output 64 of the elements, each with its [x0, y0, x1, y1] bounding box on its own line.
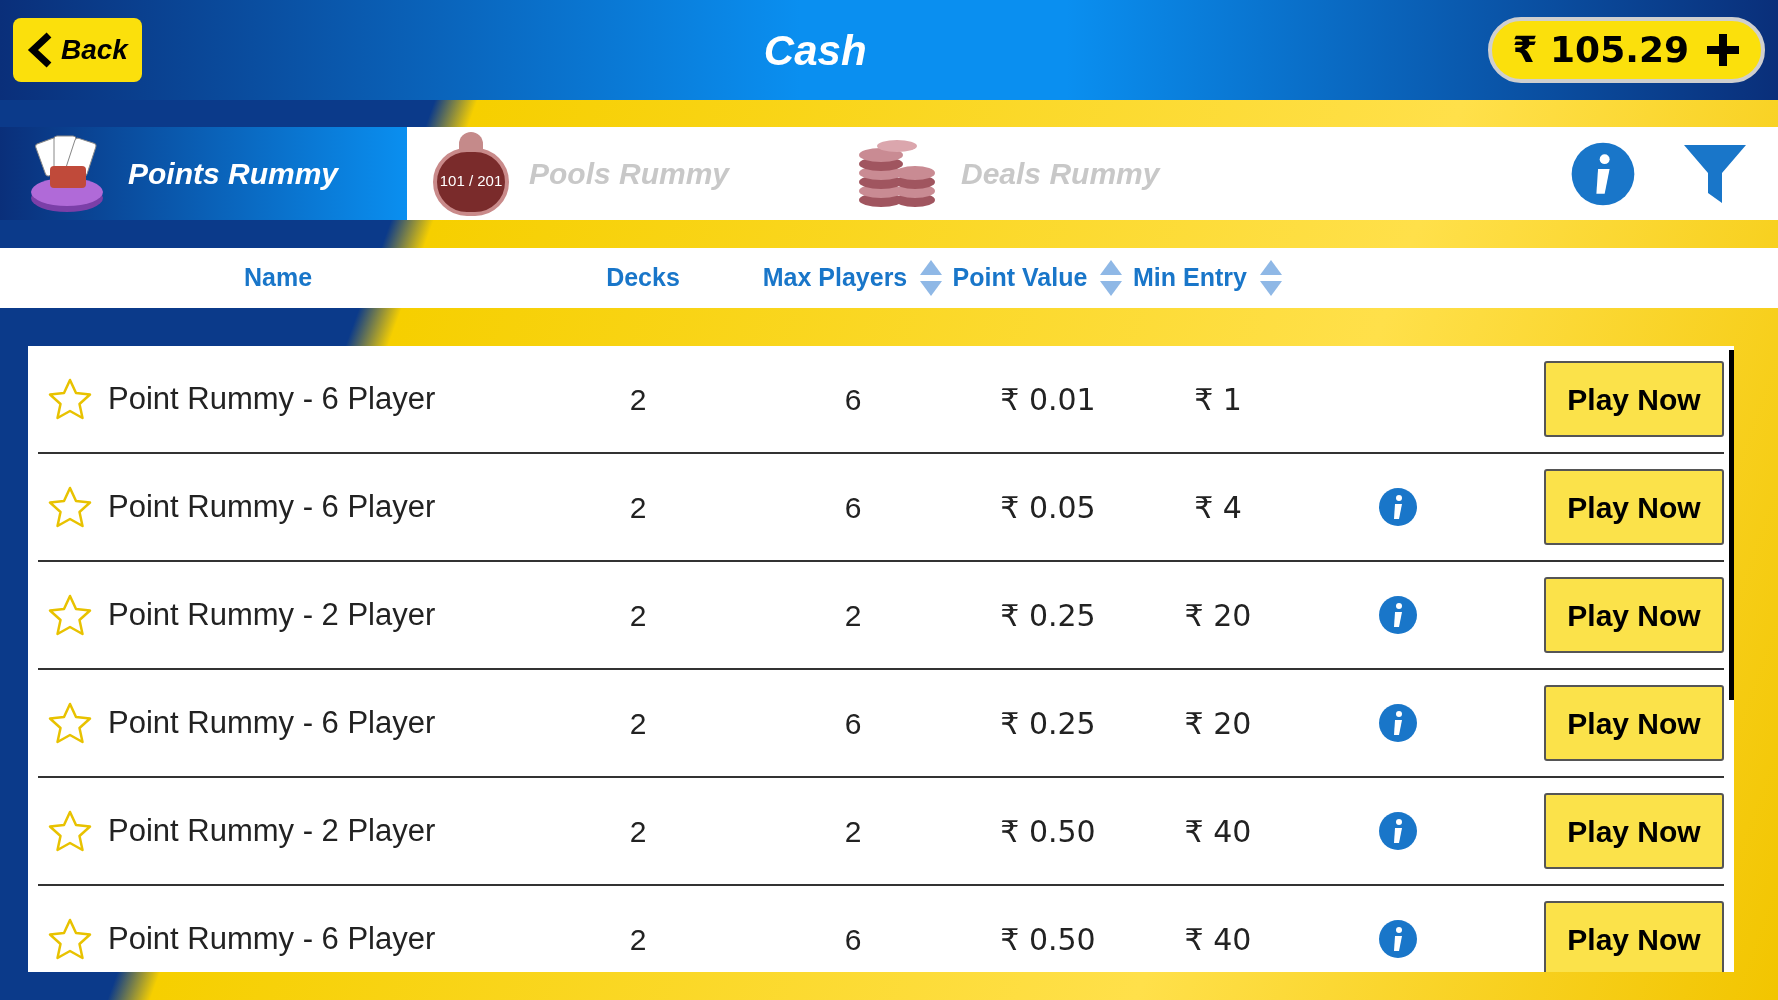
chip-label: 101 / 201	[439, 171, 503, 192]
table-min-entry: ₹ 20	[1183, 596, 1253, 635]
table-name: Point Rummy - 6 Player	[108, 919, 436, 958]
info-icon[interactable]	[1378, 487, 1418, 527]
back-button[interactable]: Back	[13, 18, 142, 82]
balance-amount: ₹ 105.29	[1512, 28, 1689, 72]
table-min-entry: ₹ 40	[1183, 812, 1253, 851]
table-decks: 2	[628, 489, 648, 526]
table-name: Point Rummy - 2 Player	[108, 811, 436, 850]
column-header[interactable]: Min Entry	[1133, 259, 1247, 297]
star-icon[interactable]	[48, 486, 92, 528]
sort-icon[interactable]	[919, 258, 944, 298]
play-now-button[interactable]: Play Now	[1544, 361, 1724, 437]
table-min-entry: ₹ 4	[1193, 488, 1243, 527]
table-point-value: ₹ 0.25	[999, 596, 1097, 635]
column-header[interactable]: Max Players	[762, 259, 908, 297]
table-point-value: ₹ 0.25	[999, 704, 1097, 743]
table-min-entry: ₹ 20	[1183, 704, 1253, 743]
star-icon[interactable]	[48, 702, 92, 744]
table-point-value: ₹ 0.50	[999, 920, 1097, 959]
chevron-left-icon	[27, 32, 53, 68]
game-tab[interactable]: Points Rummy	[0, 127, 407, 220]
star-icon[interactable]	[48, 378, 92, 420]
plus-icon[interactable]	[1705, 32, 1741, 68]
play-now-button[interactable]: Play Now	[1544, 469, 1724, 545]
table-min-entry: ₹ 1	[1193, 380, 1243, 419]
table-max-players: 2	[843, 813, 863, 850]
table-max-players: 6	[843, 381, 863, 418]
star-icon[interactable]	[48, 810, 92, 852]
play-now-button[interactable]: Play Now	[1544, 793, 1724, 869]
table-name: Point Rummy - 2 Player	[108, 595, 436, 634]
page-title: Cash	[763, 25, 867, 76]
info-icon[interactable]	[1378, 595, 1418, 635]
table-max-players: 6	[843, 921, 863, 958]
table-decks: 2	[628, 921, 648, 958]
info-icon[interactable]	[1378, 919, 1418, 959]
play-now-button[interactable]: Play Now	[1544, 577, 1724, 653]
star-icon[interactable]	[48, 594, 92, 636]
table-decks: 2	[628, 381, 648, 418]
star-icon[interactable]	[48, 918, 92, 960]
table-min-entry: ₹ 40	[1183, 920, 1253, 959]
table-point-value: ₹ 0.05	[999, 488, 1097, 527]
column-header[interactable]: Point Value	[952, 259, 1088, 297]
sort-icon[interactable]	[1099, 258, 1124, 298]
info-icon[interactable]	[1378, 703, 1418, 743]
column-header[interactable]: Name	[243, 259, 313, 297]
table-max-players: 6	[843, 705, 863, 742]
info-icon[interactable]	[1570, 140, 1636, 207]
table-max-players: 2	[843, 597, 863, 634]
info-icon[interactable]	[1378, 811, 1418, 851]
table-point-value: ₹ 0.50	[999, 812, 1097, 851]
table-decks: 2	[628, 705, 648, 742]
play-now-button[interactable]: Play Now	[1544, 685, 1724, 761]
table-decks: 2	[628, 597, 648, 634]
filter-icon[interactable]	[1682, 142, 1748, 205]
table-name: Point Rummy - 6 Player	[108, 703, 436, 742]
table-name: Point Rummy - 6 Player	[108, 487, 436, 526]
column-header[interactable]: Decks	[606, 259, 680, 297]
table-point-value: ₹ 0.01	[999, 380, 1097, 419]
table-max-players: 6	[843, 489, 863, 526]
sort-icon[interactable]	[1258, 258, 1283, 298]
play-now-button[interactable]: Play Now	[1544, 901, 1724, 972]
table-name: Point Rummy - 6 Player	[108, 379, 436, 418]
table-decks: 2	[628, 813, 648, 850]
